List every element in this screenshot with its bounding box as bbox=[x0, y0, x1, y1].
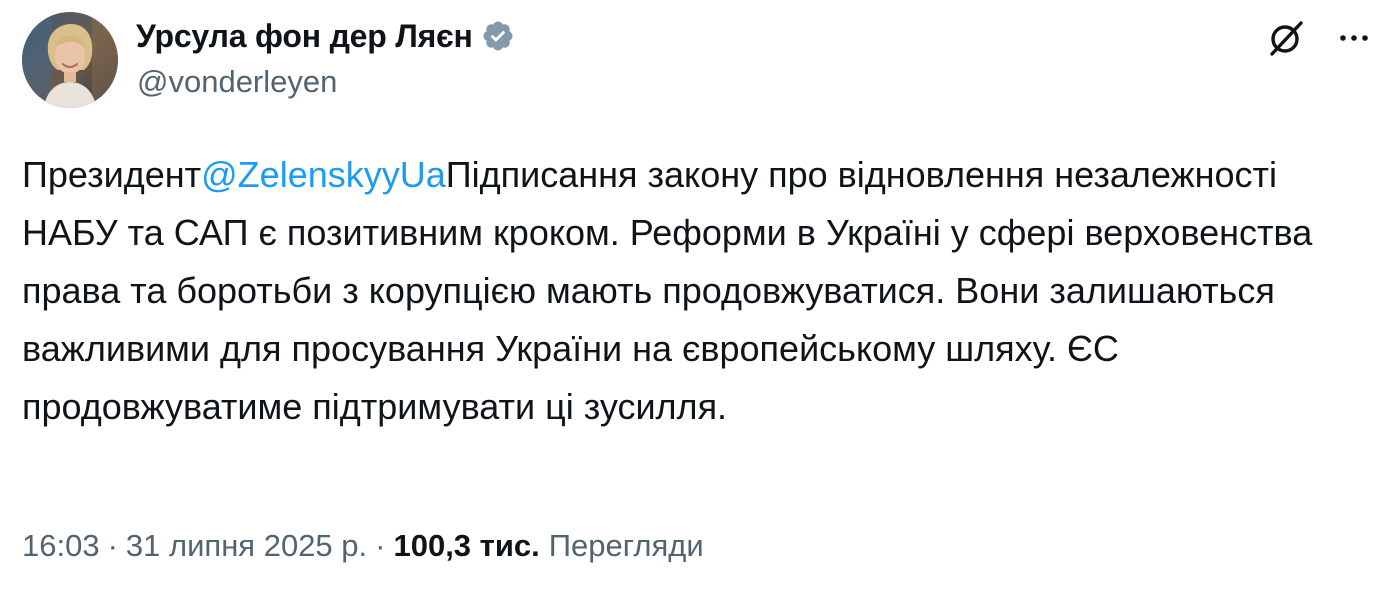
author-name-row: Урсула фон дер Ляєн bbox=[136, 16, 515, 56]
tweet-actions-top bbox=[1266, 16, 1372, 60]
tweet-meta: 16:03 · 31 липня 2025 р. · 100,3 тис. Пе… bbox=[22, 528, 704, 564]
tweet-date[interactable]: 31 липня 2025 р. bbox=[126, 528, 367, 564]
avatar[interactable] bbox=[22, 12, 118, 108]
author-handle[interactable]: @vonderleyen bbox=[137, 64, 337, 100]
meta-separator: · bbox=[375, 528, 386, 563]
tweet-text-prefix: Президент bbox=[22, 154, 202, 195]
verified-badge-icon[interactable] bbox=[481, 19, 515, 53]
avatar-image bbox=[22, 12, 118, 108]
more-options-icon[interactable] bbox=[1336, 20, 1372, 56]
mention-link[interactable]: @ZelenskyyUa bbox=[201, 154, 446, 195]
tweet-time[interactable]: 16:03 bbox=[22, 528, 100, 564]
author-display-name[interactable]: Урсула фон дер Ляєн bbox=[136, 18, 473, 55]
views-count: 100,3 тис. bbox=[393, 528, 540, 563]
tweet-card: Урсула фон дер Ляєн @vonderleyen Президе bbox=[0, 0, 1400, 600]
tweet-text: Президент@ZelenskyyUaПідписання закону п… bbox=[22, 146, 1372, 436]
views-label[interactable]: Перегляди bbox=[549, 528, 704, 564]
grok-icon[interactable] bbox=[1266, 18, 1306, 58]
meta-separator: · bbox=[107, 528, 118, 563]
